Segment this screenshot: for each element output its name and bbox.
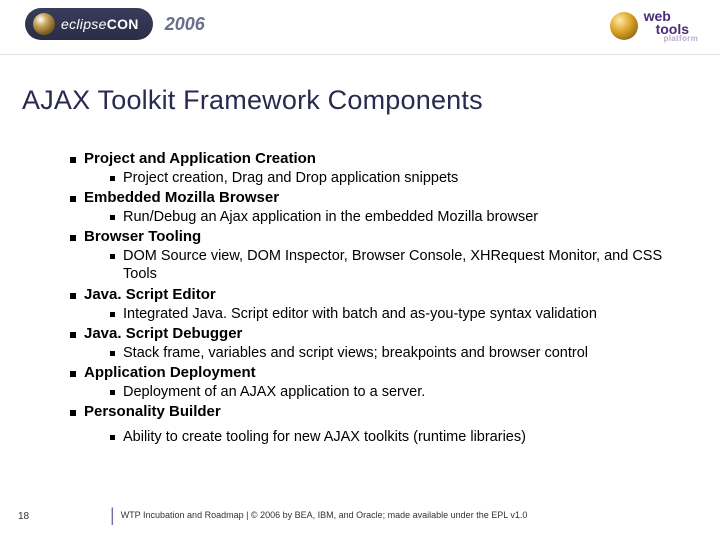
bullet-icon (110, 312, 115, 317)
pipe-icon: | (110, 505, 115, 526)
bullet-icon (110, 351, 115, 356)
webtools-orb-icon (610, 12, 638, 40)
year-label: 2006 (165, 14, 205, 35)
footer-text: WTP Incubation and Roadmap | © 2006 by B… (121, 510, 528, 520)
bullet-icon (70, 157, 76, 163)
item-sub: DOM Source view, DOM Inspector, Browser … (123, 247, 680, 283)
item-sub: Deployment of an AJAX application to a s… (123, 383, 425, 401)
item-label: Personality Builder (84, 403, 221, 420)
item-label: Project and Application Creation (84, 150, 316, 167)
logo-eclipsecon: eclipseCON 2006 (25, 8, 205, 40)
item-label: Application Deployment (84, 364, 256, 381)
brand-platform: platform (664, 35, 698, 42)
page-number: 18 (18, 511, 29, 522)
slide-header: eclipseCON 2006 web tools platform (0, 0, 720, 55)
bullet-icon (110, 390, 115, 395)
item-label: Browser Tooling (84, 228, 201, 245)
item-sub: Project creation, Drag and Drop applicat… (123, 169, 458, 187)
item-label: Java. Script Editor (84, 286, 216, 303)
item-sub: Run/Debug an Ajax application in the emb… (123, 208, 538, 226)
item-label: Java. Script Debugger (84, 325, 242, 342)
item-sub: Ability to create tooling for new AJAX t… (123, 428, 526, 446)
bullet-icon (110, 176, 115, 181)
bullet-icon (110, 215, 115, 220)
item-sub: Stack frame, variables and script views;… (123, 344, 588, 362)
bullet-icon (70, 235, 76, 241)
bullet-icon (110, 254, 115, 259)
eclipse-orb-icon (33, 13, 55, 35)
bullet-icon (70, 410, 76, 416)
bullet-icon (70, 371, 76, 377)
content-list: Project and Application Creation Project… (70, 150, 680, 448)
brand-con: CON (107, 16, 139, 32)
slide-footer: 18 | WTP Incubation and Roadmap | © 2006… (0, 504, 720, 522)
logo-webtools: web tools platform (610, 10, 698, 42)
bullet-icon (110, 435, 115, 440)
item-label: Embedded Mozilla Browser (84, 189, 279, 206)
bullet-icon (70, 196, 76, 202)
bullet-icon (70, 293, 76, 299)
item-sub: Integrated Java. Script editor with batc… (123, 305, 597, 323)
bullet-icon (70, 332, 76, 338)
brand-eclipse: eclipse (61, 16, 107, 32)
slide-title: AJAX Toolkit Framework Components (22, 85, 483, 116)
